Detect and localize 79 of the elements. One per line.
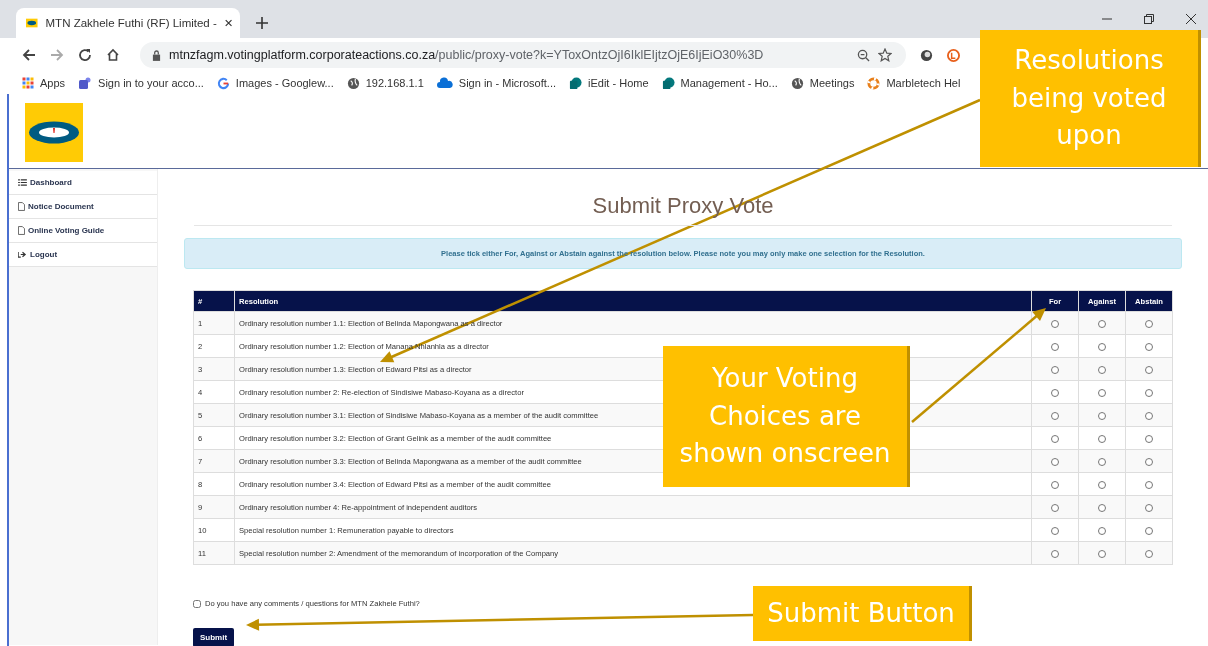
radio-button[interactable] — [1098, 503, 1106, 512]
checkbox[interactable] — [193, 599, 201, 608]
radio-button[interactable] — [1145, 365, 1153, 374]
address-bar[interactable]: mtnzfagm.votingplatform.corporateactions.co.za/public/proxy-vote?k=YToxOntzOjI6IklEIjtzOjE6IjEiO30%3D — [140, 42, 906, 68]
radio-button[interactable] — [1098, 365, 1106, 374]
bookmark[interactable]: Sign in to your acco... — [78, 76, 204, 90]
radio-button[interactable] — [1051, 480, 1059, 489]
bookmark[interactable]: Images - Googlew... — [216, 76, 334, 90]
radio-button[interactable] — [1098, 480, 1106, 489]
bookmark[interactable]: Management - Ho... — [661, 76, 778, 90]
radio-button[interactable] — [1051, 319, 1059, 328]
radio-button[interactable] — [1051, 434, 1059, 443]
logo-icon — [25, 103, 83, 162]
close-icon[interactable] — [1186, 14, 1196, 24]
radio-button[interactable] — [1051, 411, 1059, 420]
list-icon — [18, 179, 27, 186]
zoom-icon[interactable] — [857, 48, 870, 62]
cloud-icon — [436, 77, 453, 89]
nav-item[interactable]: Notice Document — [9, 195, 157, 219]
radio-button[interactable] — [1145, 526, 1153, 535]
close-icon[interactable] — [224, 18, 232, 28]
radio-button[interactable] — [1098, 526, 1106, 535]
bookmark[interactable]: Apps — [22, 77, 66, 89]
radio-button[interactable] — [1098, 319, 1106, 328]
nav-item[interactable]: Logout — [9, 243, 157, 267]
bookmark[interactable]: Sign in - Microsoft... — [436, 77, 556, 89]
ring-icon — [867, 76, 881, 90]
new-tab-icon[interactable] — [256, 17, 268, 29]
nav-item[interactable]: Online Voting Guide — [9, 219, 157, 243]
bookmark[interactable]: 192.168.1.1 — [346, 76, 424, 90]
radio-button[interactable] — [1098, 411, 1106, 420]
globe-icon — [790, 76, 804, 90]
home-icon[interactable] — [106, 48, 120, 62]
radio-button[interactable] — [1051, 457, 1059, 466]
radio-button[interactable] — [1145, 434, 1153, 443]
radio-button[interactable] — [1051, 503, 1059, 512]
radio-button[interactable] — [1145, 480, 1153, 489]
radio-button[interactable] — [1145, 457, 1153, 466]
url-text: mtnzfagm.votingplatform.corporateactions.co.za/public/proxy-vote?k=YToxOntzOjI6IklEIjtzOjE6IjEiO30%3D — [169, 48, 764, 62]
callout-box: Submit Button — [753, 586, 972, 641]
tab-title: MTN Zakhele Futhi (RF) Limited - — [45, 17, 217, 29]
document-icon — [18, 202, 25, 211]
radio-button[interactable] — [1051, 526, 1059, 535]
radio-button[interactable] — [1145, 342, 1153, 351]
bookmark[interactable]: iEdit - Home — [569, 76, 649, 90]
logo-icon — [26, 17, 38, 29]
submit-button[interactable]: Submit — [193, 628, 235, 646]
letter-g-icon — [216, 76, 230, 90]
radio-button[interactable] — [1145, 549, 1153, 558]
globe-icon — [346, 76, 360, 90]
bookmark[interactable]: Marbletech Hel — [867, 76, 961, 90]
radio-button[interactable] — [1145, 411, 1153, 420]
radio-button[interactable] — [1051, 365, 1059, 374]
lock-icon — [152, 49, 161, 61]
radio-button[interactable] — [1051, 388, 1059, 397]
radio-button[interactable] — [1051, 549, 1059, 558]
restore-icon[interactable] — [1144, 14, 1154, 24]
radio-button[interactable] — [1098, 457, 1106, 466]
radio-button[interactable] — [1098, 549, 1106, 558]
radio-button[interactable] — [1145, 503, 1153, 512]
radio-button[interactable] — [1145, 388, 1153, 397]
radio-button[interactable] — [1098, 342, 1106, 351]
apps-grid-icon — [22, 77, 34, 89]
nav-item[interactable]: Dashboard — [9, 171, 157, 195]
forward-icon[interactable] — [50, 48, 64, 62]
callout-box: Resolutions being voted upon — [980, 30, 1201, 167]
browser-tab[interactable]: MTN Zakhele Futhi (RF) Limited - — [16, 8, 240, 38]
document-icon — [18, 226, 25, 235]
back-icon[interactable] — [22, 48, 36, 62]
radio-button[interactable] — [1145, 319, 1153, 328]
radio-button[interactable] — [1098, 434, 1106, 443]
radio-button[interactable] — [1098, 388, 1106, 397]
people-icon — [78, 76, 93, 90]
reload-icon[interactable] — [78, 48, 92, 62]
star-icon[interactable] — [878, 48, 892, 62]
bookmark[interactable]: Meetings — [790, 76, 855, 90]
radio-button[interactable] — [1051, 342, 1059, 351]
extension-icon[interactable] — [920, 48, 933, 62]
logout-icon — [18, 251, 27, 258]
